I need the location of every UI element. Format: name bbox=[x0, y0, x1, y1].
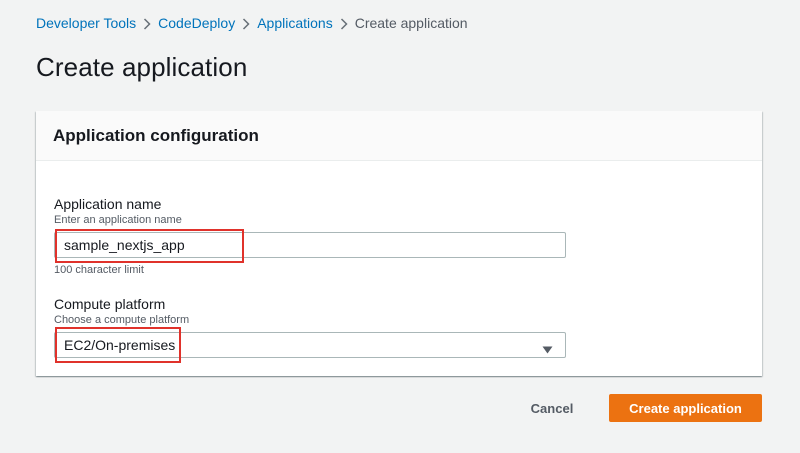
caret-down-icon bbox=[542, 341, 553, 359]
chevron-right-icon bbox=[333, 15, 355, 31]
compute-platform-selected-value: EC2/On-premises bbox=[64, 337, 176, 353]
compute-platform-select[interactable]: EC2/On-premises bbox=[54, 332, 566, 358]
panel-header: Application configuration bbox=[36, 111, 762, 161]
form-actions: Cancel Create application bbox=[0, 394, 800, 422]
page-title: Create application bbox=[36, 52, 248, 82]
compute-platform-description: Choose a compute platform bbox=[54, 314, 190, 326]
create-application-button[interactable]: Create application bbox=[609, 394, 762, 422]
breadcrumb-codedeploy[interactable]: CodeDeploy bbox=[158, 15, 235, 31]
breadcrumb-current: Create application bbox=[354, 15, 468, 31]
application-name-constraint: 100 character limit bbox=[54, 264, 144, 276]
application-name-label: Application name bbox=[54, 196, 162, 212]
application-name-input[interactable] bbox=[54, 232, 566, 258]
breadcrumb-applications[interactable]: Applications bbox=[257, 15, 333, 31]
breadcrumb-developer-tools[interactable]: Developer Tools bbox=[36, 15, 136, 31]
panel-title: Application configuration bbox=[53, 125, 259, 145]
chevron-right-icon bbox=[136, 15, 158, 31]
cancel-button[interactable]: Cancel bbox=[513, 394, 591, 422]
application-configuration-panel: Application configuration Application na… bbox=[36, 111, 762, 376]
compute-platform-label: Compute platform bbox=[54, 296, 166, 312]
chevron-right-icon bbox=[235, 15, 257, 31]
create-application-page: Developer Tools CodeDeploy Applications … bbox=[0, 0, 800, 453]
breadcrumb: Developer Tools CodeDeploy Applications … bbox=[36, 14, 468, 32]
application-name-description: Enter an application name bbox=[54, 214, 182, 226]
